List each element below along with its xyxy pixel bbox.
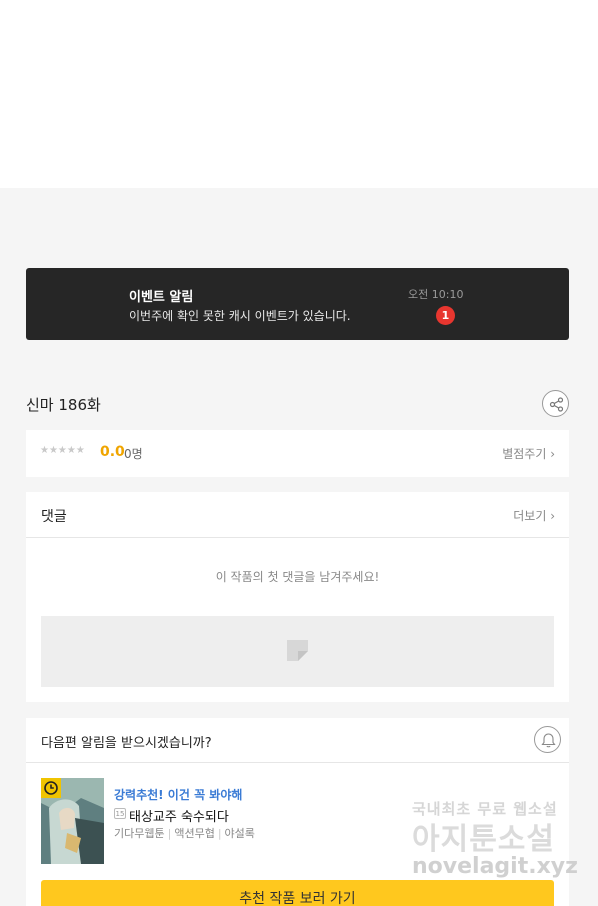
- notify-question: 다음편 알림을 받으시겠습니까?: [41, 736, 212, 751]
- comment-empty-message: 이 작품의 첫 댓글을 남겨주세요!: [215, 570, 380, 584]
- bell-icon: [541, 733, 556, 748]
- event-count-badge: 1: [436, 306, 455, 325]
- comment-input-area[interactable]: [41, 616, 554, 687]
- recommended-work-meta: 기다무웹툰 | 액션무협 | 야설록: [114, 825, 255, 841]
- event-title: 이벤트 알림: [129, 290, 194, 305]
- rating-score: 0.0: [100, 444, 125, 460]
- meta-divider: |: [217, 827, 222, 840]
- comment-card: 댓글 더보기 › 이 작품의 첫 댓글을 남겨주세요!: [26, 492, 569, 702]
- comment-placeholder-icon: [287, 640, 308, 661]
- notify-bell-button[interactable]: [534, 726, 561, 753]
- recommended-work-title[interactable]: 태상교주 숙수되다: [129, 806, 229, 825]
- clock-icon: [44, 781, 58, 795]
- rating-stars: ★★★★★: [40, 445, 85, 456]
- share-icon: [549, 397, 564, 412]
- top-blank-area: [0, 0, 598, 188]
- rating-count: 0명: [124, 447, 143, 461]
- work-meta-type: 기다무웹툰: [114, 827, 165, 840]
- comment-title: 댓글: [41, 509, 67, 525]
- see-recommendations-button[interactable]: 추천 작품 보러 가기: [41, 880, 554, 906]
- comment-more-link[interactable]: 더보기 ›: [513, 507, 555, 524]
- recommendation-tag: 강력추천! 이건 꼭 봐야해: [114, 788, 243, 802]
- event-time: 오전 10:10: [408, 288, 464, 301]
- meta-divider: |: [167, 827, 172, 840]
- event-description: 이번주에 확인 못한 캐시 이벤트가 있습니다.: [129, 309, 351, 323]
- recommended-work-thumbnail[interactable]: [41, 778, 104, 864]
- notify-header: 다음편 알림을 받으시겠습니까?: [26, 718, 569, 763]
- work-meta-author: 야설록: [224, 827, 255, 840]
- age-rating-badge: 15: [114, 808, 126, 819]
- work-meta-genre: 액션무협: [174, 827, 215, 840]
- event-notification-banner[interactable]: 이벤트 알림 이번주에 확인 못한 캐시 이벤트가 있습니다. 오전 10:10…: [26, 268, 569, 340]
- comment-header: 댓글 더보기 ›: [26, 492, 569, 538]
- wait-free-badge: [41, 778, 61, 798]
- rate-button[interactable]: 별점주기 ›: [502, 445, 555, 462]
- next-episode-notify-card: 다음편 알림을 받으시겠습니까? 강력추천! 이건 꼭 봐야해 15 태상교주 …: [26, 718, 569, 906]
- episode-title: 신마 186화: [26, 396, 101, 414]
- rating-card: ★★★★★ 0.0 0명 별점주기 ›: [26, 430, 569, 477]
- share-button[interactable]: [542, 390, 569, 417]
